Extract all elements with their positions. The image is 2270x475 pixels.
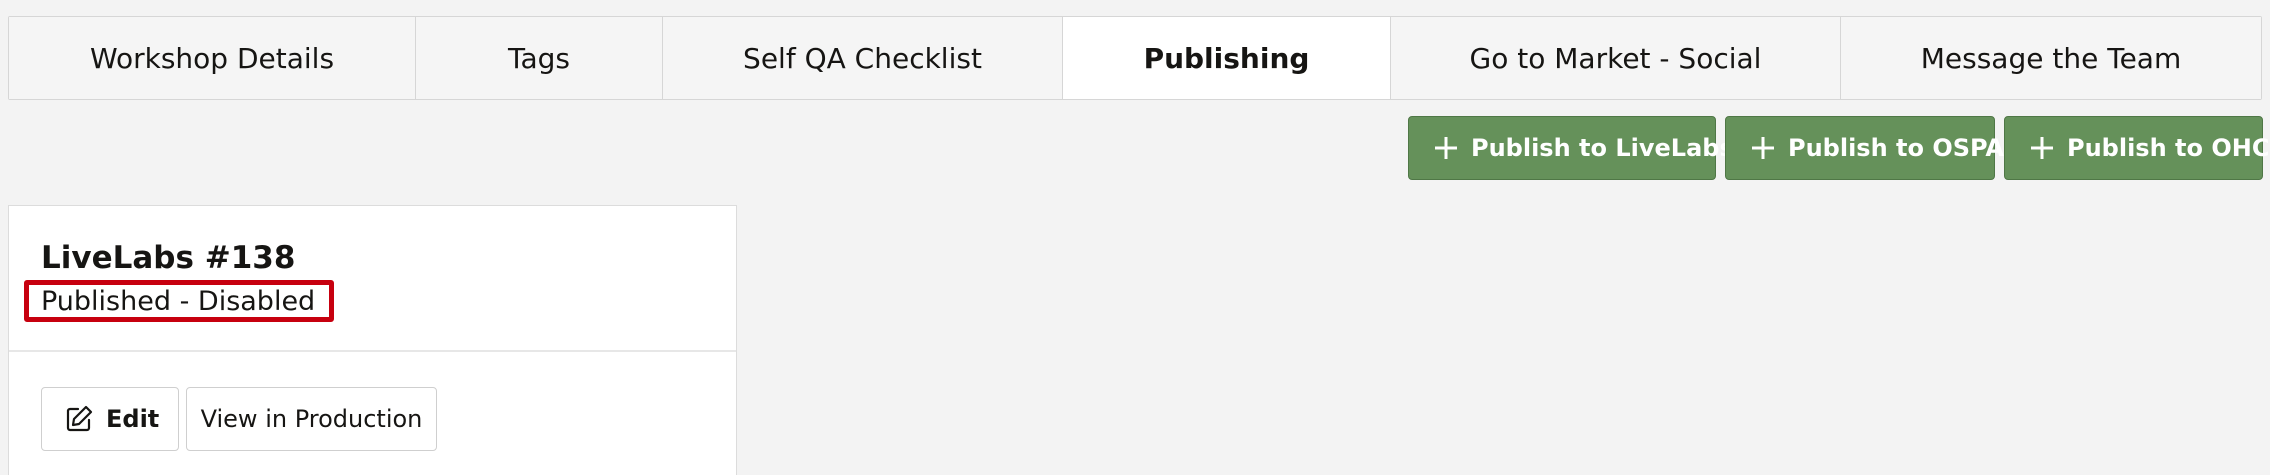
tab-workshop-details[interactable]: Workshop Details [9, 17, 416, 99]
publish-to-ohc-button[interactable]: Publish to OHC [2004, 116, 2269, 180]
tab-message-the-team[interactable]: Message the Team [1841, 17, 2261, 99]
pencil-icon [66, 405, 93, 432]
publish-record-card: LiveLabs #138 Published - Disabled Edit … [8, 205, 737, 475]
publish-actions: Publish to LiveLabs Publish to OSPA Publ… [1408, 116, 2269, 180]
tab-tags[interactable]: Tags [416, 17, 663, 99]
tab-self-qa-checklist[interactable]: Self QA Checklist [663, 17, 1063, 99]
plus-icon [2031, 137, 2053, 159]
plus-icon [1435, 137, 1457, 159]
card-body: Edit View in Production [9, 352, 736, 472]
publish-to-livelabs-button[interactable]: Publish to LiveLabs [1408, 116, 1734, 180]
card-title: LiveLabs #138 [41, 240, 296, 276]
tab-go-to-market-social[interactable]: Go to Market - Social [1391, 17, 1841, 99]
publish-to-ospa-button[interactable]: Publish to OSPA [1725, 116, 2004, 180]
publish-to-livelabs-label: Publish to LiveLabs [1471, 134, 1734, 162]
view-in-production-label: View in Production [200, 405, 423, 433]
tab-publishing[interactable]: Publishing [1063, 17, 1391, 99]
card-header: LiveLabs #138 Published - Disabled [9, 206, 736, 352]
publish-to-ohc-label: Publish to OHC [2067, 134, 2270, 162]
status-badge: Published - Disabled [24, 280, 334, 322]
edit-button[interactable]: Edit [41, 387, 179, 451]
view-in-production-button[interactable]: View in Production [186, 387, 437, 451]
edit-label: Edit [106, 405, 160, 433]
plus-icon [1752, 137, 1774, 159]
publish-to-ospa-label: Publish to OSPA [1788, 134, 2004, 162]
tab-bar: Workshop Details Tags Self QA Checklist … [8, 16, 2262, 100]
